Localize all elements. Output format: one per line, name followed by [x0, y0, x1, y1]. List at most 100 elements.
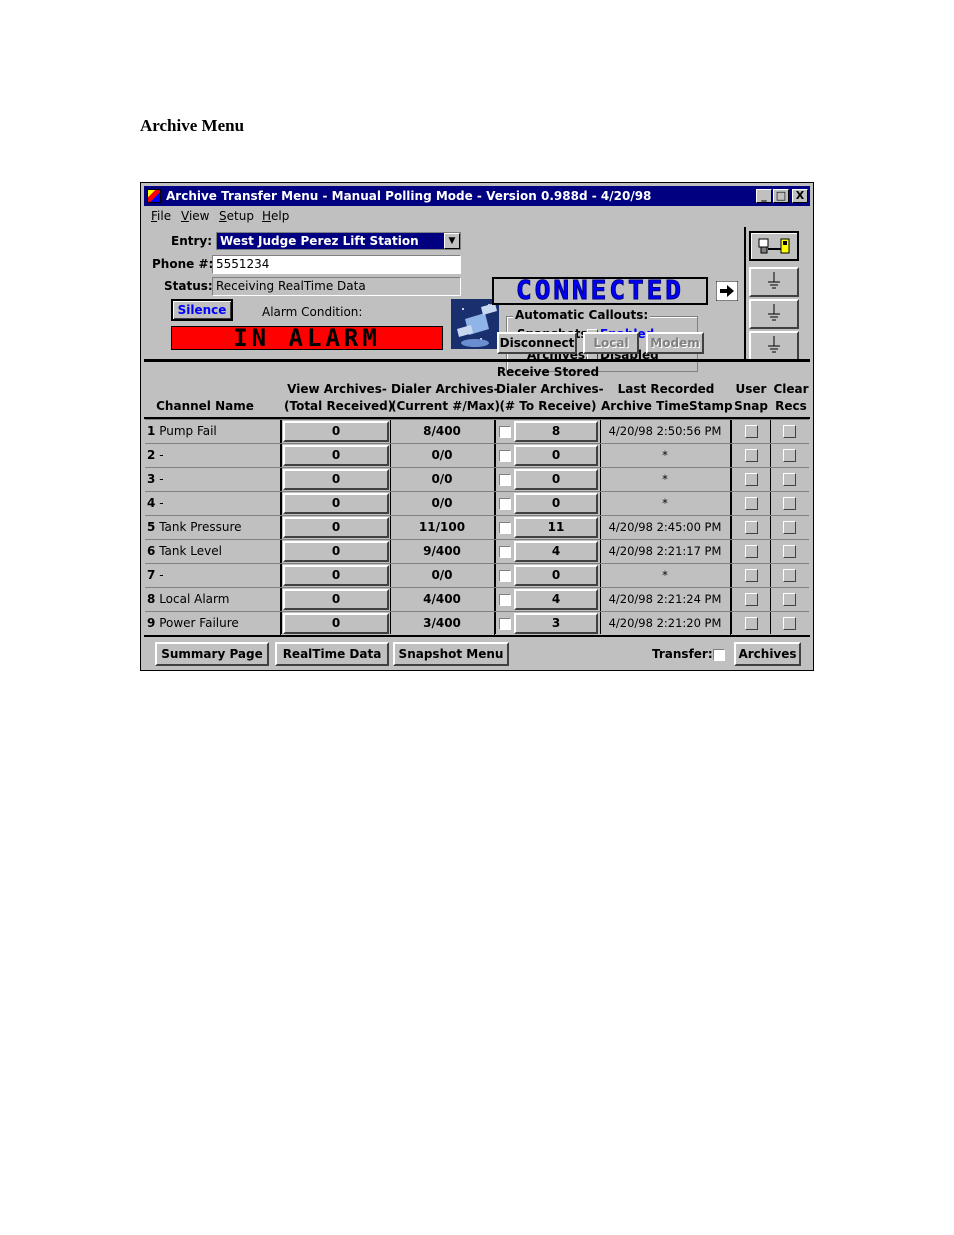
view-archives-button[interactable]: 0: [283, 445, 389, 466]
view-archives-button[interactable]: 0: [283, 493, 389, 514]
col-user-snap-l1: User: [735, 382, 767, 396]
summary-page-button[interactable]: Summary Page: [155, 642, 269, 666]
receive-count-button[interactable]: 0: [514, 565, 598, 586]
ground-button-1[interactable]: [749, 267, 799, 297]
user-snap-checkbox[interactable]: [745, 521, 758, 534]
silence-button[interactable]: Silence: [171, 299, 233, 321]
user-snap-checkbox[interactable]: [745, 617, 758, 630]
channel-name-cell: 4 -: [145, 492, 281, 515]
channel-name: Pump Fail: [159, 424, 217, 438]
receive-count-button[interactable]: 0: [514, 445, 598, 466]
table-row: 1 Pump Fail 0 8/400 8 4/20/98 2:50:56 PM: [145, 419, 809, 443]
archives-button[interactable]: Archives: [734, 642, 801, 666]
receive-checkbox[interactable]: [499, 570, 511, 582]
archive-timestamp: *: [600, 492, 731, 515]
user-snap-checkbox[interactable]: [745, 569, 758, 582]
connection-status-display: CONNECTED: [492, 277, 708, 305]
view-archives-button[interactable]: 0: [283, 469, 389, 490]
receive-count-button[interactable]: 4: [514, 541, 598, 562]
alarm-condition-label: Alarm Condition:: [262, 305, 363, 319]
arrow-right-icon: [716, 281, 738, 301]
view-archives-button[interactable]: 0: [283, 589, 389, 610]
user-snap-checkbox[interactable]: [745, 593, 758, 606]
channel-name-cell: 9 Power Failure: [145, 612, 281, 635]
channel-name: -: [159, 496, 164, 510]
ground-button-3[interactable]: [749, 331, 799, 361]
receive-checkbox[interactable]: [499, 618, 511, 630]
channel-name-cell: 2 -: [145, 444, 281, 467]
network-connect-button[interactable]: [749, 231, 799, 261]
channel-name-cell: 7 -: [145, 564, 281, 587]
col-last-recorded-l2: Archive TimeStamp: [601, 399, 733, 413]
view-archives-button[interactable]: 0: [283, 565, 389, 586]
clear-recs-checkbox[interactable]: [783, 617, 796, 630]
user-snap-checkbox[interactable]: [745, 497, 758, 510]
receive-checkbox[interactable]: [499, 594, 511, 606]
receive-checkbox[interactable]: [499, 426, 511, 438]
archive-transfer-window: Archive Transfer Menu - Manual Polling M…: [140, 182, 814, 671]
archive-timestamp: *: [600, 444, 731, 467]
menu-setup[interactable]: Setup: [219, 209, 254, 223]
menu-view[interactable]: View: [181, 209, 209, 223]
clear-recs-checkbox[interactable]: [783, 545, 796, 558]
realtime-data-button[interactable]: RealTime Data: [275, 642, 389, 666]
clear-recs-checkbox[interactable]: [783, 521, 796, 534]
table-row: 8 Local Alarm 0 4/400 4 4/20/98 2:21:24 PM: [145, 587, 809, 611]
status-field: Receiving RealTime Data: [212, 277, 461, 296]
channel-name: Local Alarm: [159, 592, 230, 606]
snapshot-menu-button[interactable]: Snapshot Menu: [393, 642, 509, 666]
clear-recs-checkbox[interactable]: [783, 425, 796, 438]
app-icon[interactable]: [147, 189, 161, 203]
close-button[interactable]: X: [792, 189, 808, 203]
channel-table: 1 Pump Fail 0 8/400 8 4/20/98 2:50:56 PM 2 -0…: [145, 419, 809, 635]
phone-field[interactable]: 5551234: [212, 255, 461, 274]
receive-checkbox[interactable]: [499, 474, 511, 486]
channel-name: Tank Pressure: [159, 520, 242, 534]
user-snap-checkbox[interactable]: [745, 473, 758, 486]
dialer-archives-count: 0/0: [390, 444, 495, 467]
menu-help[interactable]: Help: [262, 209, 289, 223]
receive-count-button[interactable]: 0: [514, 469, 598, 490]
menu-file[interactable]: File: [151, 209, 171, 223]
phone-label: Phone #:: [152, 257, 214, 271]
receive-count-button[interactable]: 4: [514, 589, 598, 610]
channel-number: 3: [147, 472, 156, 486]
minimize-button[interactable]: _: [756, 189, 772, 203]
view-archives-button[interactable]: 0: [283, 541, 389, 562]
receive-checkbox[interactable]: [499, 450, 511, 462]
col-dialer-archives-l1: Dialer Archives-: [391, 382, 499, 396]
user-snap-checkbox[interactable]: [745, 545, 758, 558]
receive-checkbox[interactable]: [499, 546, 511, 558]
receive-count-button[interactable]: 8: [514, 421, 598, 442]
view-archives-button[interactable]: 0: [283, 613, 389, 634]
transfer-checkbox[interactable]: [713, 649, 725, 661]
receive-count-button[interactable]: 3: [514, 613, 598, 634]
receive-count-button[interactable]: 11: [514, 517, 598, 538]
view-archives-button[interactable]: 0: [283, 421, 389, 442]
disconnect-button[interactable]: Disconnect: [497, 332, 577, 354]
entry-label: Entry:: [171, 234, 213, 248]
user-snap-checkbox[interactable]: [745, 425, 758, 438]
entry-select[interactable]: West Judge Perez Lift Station: [216, 232, 461, 250]
vertical-separator: [744, 227, 746, 361]
receive-count-button[interactable]: 0: [514, 493, 598, 514]
clear-recs-checkbox[interactable]: [783, 593, 796, 606]
channel-name: -: [159, 568, 164, 582]
clear-recs-checkbox[interactable]: [783, 449, 796, 462]
clear-recs-checkbox[interactable]: [783, 569, 796, 582]
title-bar[interactable]: Archive Transfer Menu - Manual Polling M…: [144, 186, 810, 206]
table-row: 3 -0 0/0 0 *: [145, 467, 809, 491]
local-button[interactable]: Local: [583, 332, 639, 354]
modem-button[interactable]: Modem: [646, 332, 704, 354]
clear-recs-checkbox[interactable]: [783, 497, 796, 510]
view-archives-button[interactable]: 0: [283, 517, 389, 538]
receive-checkbox[interactable]: [499, 498, 511, 510]
clear-recs-checkbox[interactable]: [783, 473, 796, 486]
maximize-button[interactable]: □: [773, 189, 789, 203]
receive-checkbox[interactable]: [499, 522, 511, 534]
chevron-down-icon[interactable]: ▼: [444, 233, 460, 249]
document-heading: Archive Menu: [140, 116, 245, 135]
user-snap-checkbox[interactable]: [745, 449, 758, 462]
ground-button-2[interactable]: [749, 299, 799, 329]
ground-icon: [768, 336, 780, 353]
